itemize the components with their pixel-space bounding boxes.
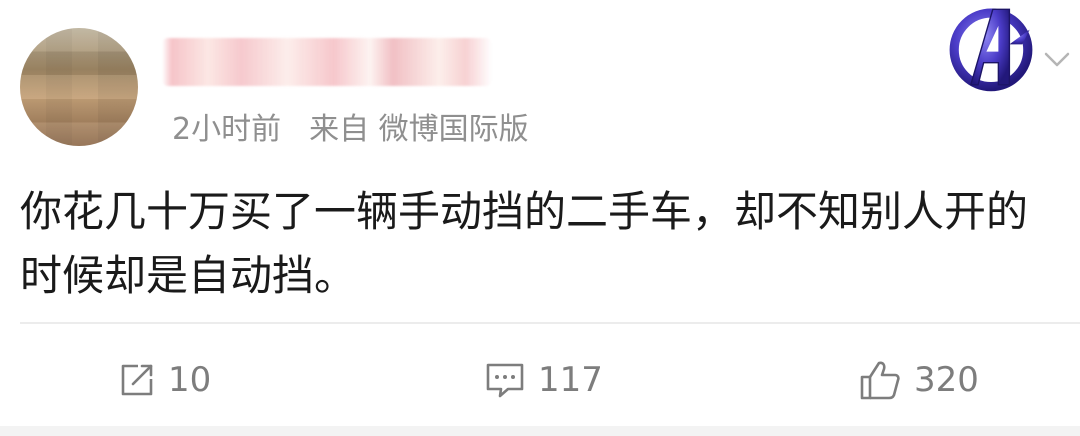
comment-button[interactable]: 117 xyxy=(484,352,603,408)
like-count: 320 xyxy=(914,360,979,400)
comment-count: 117 xyxy=(538,360,603,400)
divider xyxy=(20,322,1080,324)
comment-icon xyxy=(486,363,524,398)
post-meta: 2小时前 来自 微博国际版 xyxy=(172,110,529,150)
post-source[interactable]: 来自 微博国际版 xyxy=(309,110,529,150)
post-text: 你花几十万买了一辆手动挡的二手车，却不知别人开的时候却是自动挡。 xyxy=(20,187,1029,300)
bottom-strip xyxy=(0,426,1080,436)
avatar[interactable] xyxy=(20,28,138,146)
post-time: 2小时前 xyxy=(172,112,282,147)
thumbs-up-icon xyxy=(860,361,900,400)
like-button[interactable]: 320 xyxy=(858,352,979,408)
avengers-logo-icon[interactable] xyxy=(945,2,1037,94)
share-count: 10 xyxy=(168,360,212,400)
username-blurred[interactable] xyxy=(162,38,492,86)
share-icon xyxy=(121,364,153,396)
chevron-down-icon[interactable] xyxy=(1042,44,1072,74)
share-button[interactable]: 10 xyxy=(118,352,211,408)
action-bar: 10 117 320 xyxy=(0,352,1080,408)
